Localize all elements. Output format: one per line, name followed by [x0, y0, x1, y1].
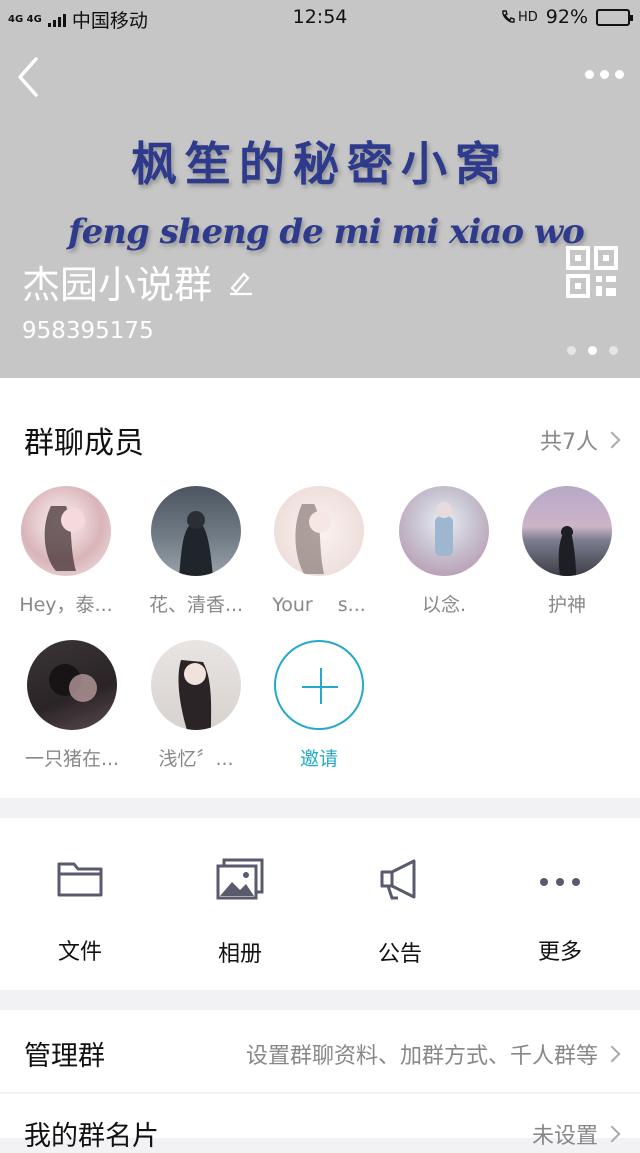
chevron-right-icon — [603, 1045, 621, 1063]
manage-group-title: 管理群 — [24, 1041, 105, 1072]
phone-hd-icon: HD — [500, 9, 538, 25]
member-item[interactable]: 以念. — [389, 486, 499, 617]
files-button[interactable]: 文件 — [20, 858, 140, 966]
member-name: Your s... — [272, 594, 366, 616]
manage-group-hint: 设置群聊资料、加群方式、千人群等 — [245, 1044, 598, 1069]
album-button[interactable]: 相册 — [180, 858, 300, 968]
manage-group-hint-wrap: 设置群聊资料、加群方式、千人群等 — [245, 1038, 621, 1070]
members-title: 群聊成员 — [24, 426, 144, 461]
member-avatar — [399, 486, 489, 576]
my-group-card-value-wrap: 未设置 — [531, 1118, 621, 1150]
member-avatar — [151, 640, 241, 730]
chevron-right-icon — [603, 431, 621, 449]
member-item[interactable]: 浅忆〞... — [141, 640, 251, 771]
announcement-label: 公告 — [377, 942, 422, 967]
battery-icon — [596, 8, 633, 26]
member-item[interactable]: Hey，泰... — [11, 486, 121, 617]
group-banner: 枫笙的秘密小窝 feng sheng de mi mi xiao wo 杰园小说… — [0, 36, 640, 378]
edit-icon[interactable] — [226, 268, 254, 296]
banner-subtitle: feng sheng de mi mi xiao wo — [68, 212, 585, 252]
announcement-button[interactable]: 公告 — [340, 858, 460, 968]
files-label: 文件 — [57, 940, 102, 965]
group-number: 958395175 — [22, 318, 154, 344]
member-name: 护神 — [547, 594, 586, 616]
group-name-text: 杰园小说群 — [22, 263, 213, 307]
members-section: 群聊成员 共7人 Hey，泰... 花、清香... Your s... 以念. … — [0, 378, 640, 798]
hd-label: HD — [517, 9, 538, 25]
status-bar: 4G 4G 中国移动 12:54 HD 92% — [0, 0, 640, 36]
qr-code-icon[interactable] — [566, 246, 618, 298]
pager-dot — [588, 346, 597, 355]
more-button[interactable]: 更多 — [500, 858, 620, 966]
my-group-card-value: 未设置 — [531, 1124, 598, 1149]
my-group-card-title: 我的群名片 — [24, 1121, 159, 1152]
banner-title: 枫笙的秘密小窝 — [131, 137, 509, 191]
chevron-right-icon — [603, 1125, 621, 1143]
member-item[interactable]: 花、清香... — [141, 486, 251, 617]
group-name[interactable]: 杰园小说群 — [22, 254, 254, 309]
member-name: 一只猪在... — [24, 748, 120, 770]
members-count: 共7人 — [540, 430, 598, 455]
member-name: 以念. — [421, 594, 467, 616]
more-dots-icon — [540, 878, 580, 886]
more-label: 更多 — [537, 940, 582, 965]
members-count-link[interactable]: 共7人 — [540, 424, 621, 456]
member-avatar — [151, 486, 241, 576]
member-name: 浅忆〞... — [158, 748, 234, 770]
pager-dot — [567, 346, 576, 355]
member-item[interactable]: 护神 — [512, 486, 622, 617]
manage-group-row[interactable]: 管理群 设置群聊资料、加群方式、千人群等 — [0, 1010, 640, 1092]
banner-pager — [567, 346, 618, 355]
photo-album-icon — [216, 858, 264, 900]
megaphone-icon — [380, 859, 416, 900]
invite-button[interactable]: 邀请 — [264, 640, 374, 771]
member-name: Hey，泰... — [19, 594, 113, 616]
pager-dot — [609, 346, 618, 355]
member-item[interactable]: Your s... — [264, 486, 374, 617]
my-group-card-row[interactable]: 我的群名片 未设置 — [0, 1094, 640, 1152]
plus-icon — [274, 640, 364, 730]
battery-percent: 92% — [545, 6, 588, 28]
folder-icon — [57, 862, 103, 897]
member-avatar — [21, 486, 111, 576]
member-avatar — [274, 486, 364, 576]
invite-label: 邀请 — [299, 748, 338, 770]
member-avatar — [522, 486, 612, 576]
member-avatar — [27, 640, 117, 730]
back-icon[interactable] — [16, 56, 40, 98]
actions-grid: 文件 相册 公告 更多 — [0, 818, 640, 990]
member-item[interactable]: 一只猪在... — [17, 640, 127, 771]
more-options-icon[interactable] — [585, 70, 624, 79]
member-name: 花、清香... — [148, 594, 244, 616]
album-label: 相册 — [217, 942, 262, 967]
